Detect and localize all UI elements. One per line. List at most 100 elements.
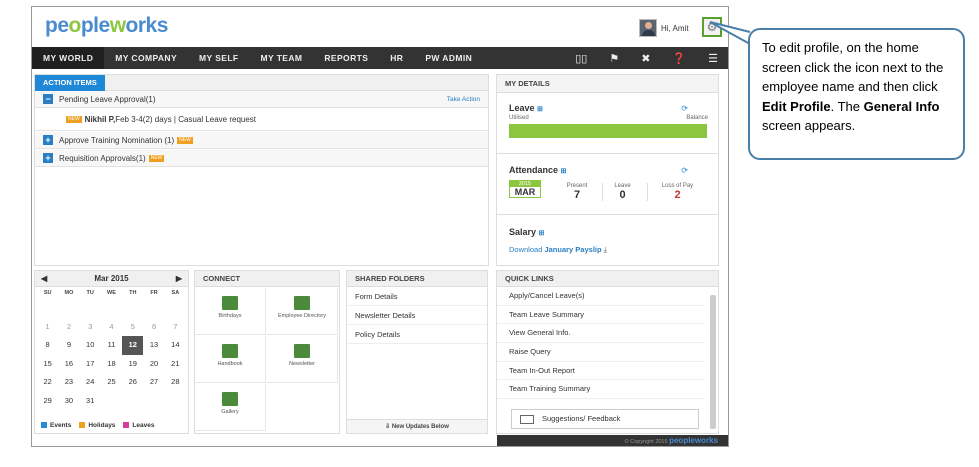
nav-my-world[interactable]: MY WORLD [32, 47, 105, 69]
quick-link[interactable]: Team In-Out Report [497, 362, 705, 381]
policy-details-link[interactable]: Policy Details [347, 325, 487, 344]
nav-my-company[interactable]: MY COMPANY [104, 47, 188, 69]
calendar-day[interactable]: 10 [80, 336, 101, 355]
newspaper-icon [294, 344, 310, 358]
help-icon[interactable]: ❓ [672, 52, 686, 65]
nav-my-self[interactable]: MY SELF [188, 47, 249, 69]
pending-leave-row[interactable]: − Pending Leave Approval(1) Take Action [35, 91, 488, 108]
leave-balance-bar [509, 124, 707, 138]
leave-section: Leave ⊞ ⟳ Utilised Balance [497, 94, 718, 154]
weekday-header: WE [107, 290, 116, 296]
quick-link[interactable]: View General Info. [497, 324, 705, 344]
salary-title[interactable]: Salary ⊞ [509, 227, 544, 237]
signpost-icon[interactable]: ⚑ [609, 52, 619, 65]
leave-request-item[interactable]: NEW Nikhil P, Feb 3-4(2) days | Casual L… [35, 109, 488, 131]
action-items-panel: ACTION ITEMS − Pending Leave Approval(1)… [34, 74, 489, 266]
expand-icon[interactable]: + [43, 135, 53, 145]
calendar-day[interactable]: 28 [165, 373, 186, 392]
my-details-panel: MY DETAILS Leave ⊞ ⟳ Utilised Balance At… [496, 74, 719, 266]
calendar-panel: ◀ Mar 2015 ▶ SU MO TU WE TH FR SA 1 2 3 4 5 6 7 8 9 10 11… [34, 270, 189, 434]
nav-pw-admin[interactable]: PW ADMIN [414, 47, 483, 69]
calendar-day[interactable]: 11 [101, 336, 122, 355]
take-action-link[interactable]: Take Action [447, 91, 480, 108]
calendar-day[interactable]: 15 [37, 355, 58, 374]
calendar-day [165, 299, 186, 318]
requisition-approvals-row[interactable]: + Requisition Approvals(1) NEW [35, 150, 488, 167]
calendar-day[interactable]: 6 [143, 318, 164, 337]
gallery-link[interactable]: Gallery [195, 384, 266, 431]
calendar-day[interactable]: 1 [37, 318, 58, 337]
calendar-day[interactable]: 2 [58, 318, 79, 337]
calendar-day [122, 392, 143, 411]
book-icon[interactable]: ▯▯ [575, 52, 587, 65]
download-payslip-link[interactable]: Download January Payslip ⤓ [509, 245, 607, 255]
weekday-header: MO [64, 290, 74, 296]
training-nomination-row[interactable]: + Approve Training Nomination (1) NEW [35, 132, 488, 149]
expand-icon[interactable]: + [43, 153, 53, 163]
collapse-icon[interactable]: − [43, 94, 53, 104]
employee-directory-link[interactable]: Employee Directory [267, 288, 338, 335]
attendance-section: Attendance ⊞ ⟳ 2015 MAR Present 7 Leave 0 … [497, 155, 718, 215]
weekday-header: TU [86, 290, 94, 296]
birthdays-link[interactable]: Birthdays [195, 288, 266, 335]
quick-links-panel: QUICK LINKS Apply/Cancel Leave(s) Team L… [496, 270, 719, 434]
quick-link[interactable]: Team Training Summary [497, 380, 705, 400]
leave-title[interactable]: Leave ⊞ [509, 103, 543, 113]
newsletter-details-link[interactable]: Newsletter Details [347, 306, 487, 325]
calendar-day[interactable]: 9 [58, 336, 79, 355]
handbook-link[interactable]: Handbook [195, 336, 266, 383]
calendar-day[interactable]: 7 [165, 318, 186, 337]
calendar-day[interactable]: 16 [58, 355, 79, 374]
calendar-grid: SU MO TU WE TH FR SA 1 2 3 4 5 6 7 8 9 10 11 12 13 14 15 16 17 1… [35, 287, 188, 410]
refresh-icon[interactable]: ⟳ [681, 104, 688, 113]
weekday-header: FR [150, 290, 158, 296]
calendar-day[interactable]: 27 [143, 373, 164, 392]
quick-link[interactable]: Raise Query [497, 343, 705, 362]
connect-title: CONNECT [195, 271, 339, 287]
calendar-day[interactable]: 20 [143, 355, 164, 374]
tools-icon[interactable]: ✖ [641, 52, 650, 65]
calendar-day[interactable]: 4 [101, 318, 122, 337]
calendar-day[interactable]: 5 [122, 318, 143, 337]
month-badge: 2015 MAR [509, 180, 541, 198]
calendar-day[interactable]: 30 [58, 392, 79, 411]
next-month-icon[interactable]: ▶ [176, 274, 182, 283]
calendar-day[interactable]: 24 [80, 373, 101, 392]
refresh-icon[interactable]: ⟳ [681, 166, 688, 175]
newsletter-link[interactable]: Newsletter [267, 336, 338, 383]
calendar-day[interactable]: 17 [80, 355, 101, 374]
feedback-button[interactable]: Suggestions/ Feedback [511, 409, 699, 429]
calendar-day[interactable]: 19 [122, 355, 143, 374]
calendar-legend: Events Holidays Leaves [41, 422, 154, 429]
footer: © Copyright 2015 peopleworks [497, 435, 728, 446]
calendar-day[interactable]: 3 [80, 318, 101, 337]
nav-my-team[interactable]: MY TEAM [250, 47, 314, 69]
calendar-day[interactable]: 8 [37, 336, 58, 355]
envelope-icon [520, 415, 534, 424]
form-details-link[interactable]: Form Details [347, 287, 487, 306]
calendar-day[interactable]: 23 [58, 373, 79, 392]
picture-icon [222, 392, 238, 406]
calendar-day[interactable]: 25 [101, 373, 122, 392]
calendar-day[interactable]: 21 [165, 355, 186, 374]
calendar-day[interactable]: 13 [143, 336, 164, 355]
quick-link[interactable]: Apply/Cancel Leave(s) [497, 287, 705, 306]
new-updates-link[interactable]: ⇩ New Updates Below [347, 419, 487, 433]
attendance-title[interactable]: Attendance ⊞ [509, 165, 566, 175]
calendar-day[interactable]: 29 [37, 392, 58, 411]
shared-folders-title: SHARED FOLDERS [347, 271, 487, 287]
quick-link[interactable]: Team Leave Summary [497, 306, 705, 325]
calendar-day [122, 299, 143, 318]
calendar-day[interactable]: 22 [37, 373, 58, 392]
calendar-day[interactable]: 31 [80, 392, 101, 411]
calendar-day[interactable]: 14 [165, 336, 186, 355]
prev-month-icon[interactable]: ◀ [41, 274, 47, 283]
nav-reports[interactable]: REPORTS [313, 47, 379, 69]
nav-hr[interactable]: HR [379, 47, 414, 69]
scrollbar[interactable] [710, 295, 716, 429]
calendar-day[interactable]: 26 [122, 373, 143, 392]
calendar-day[interactable]: 18 [101, 355, 122, 374]
tab-action-items[interactable]: ACTION ITEMS [35, 75, 105, 91]
calendar-month-title: Mar 2015 [94, 274, 129, 283]
calendar-day[interactable]: 12 [122, 336, 144, 355]
